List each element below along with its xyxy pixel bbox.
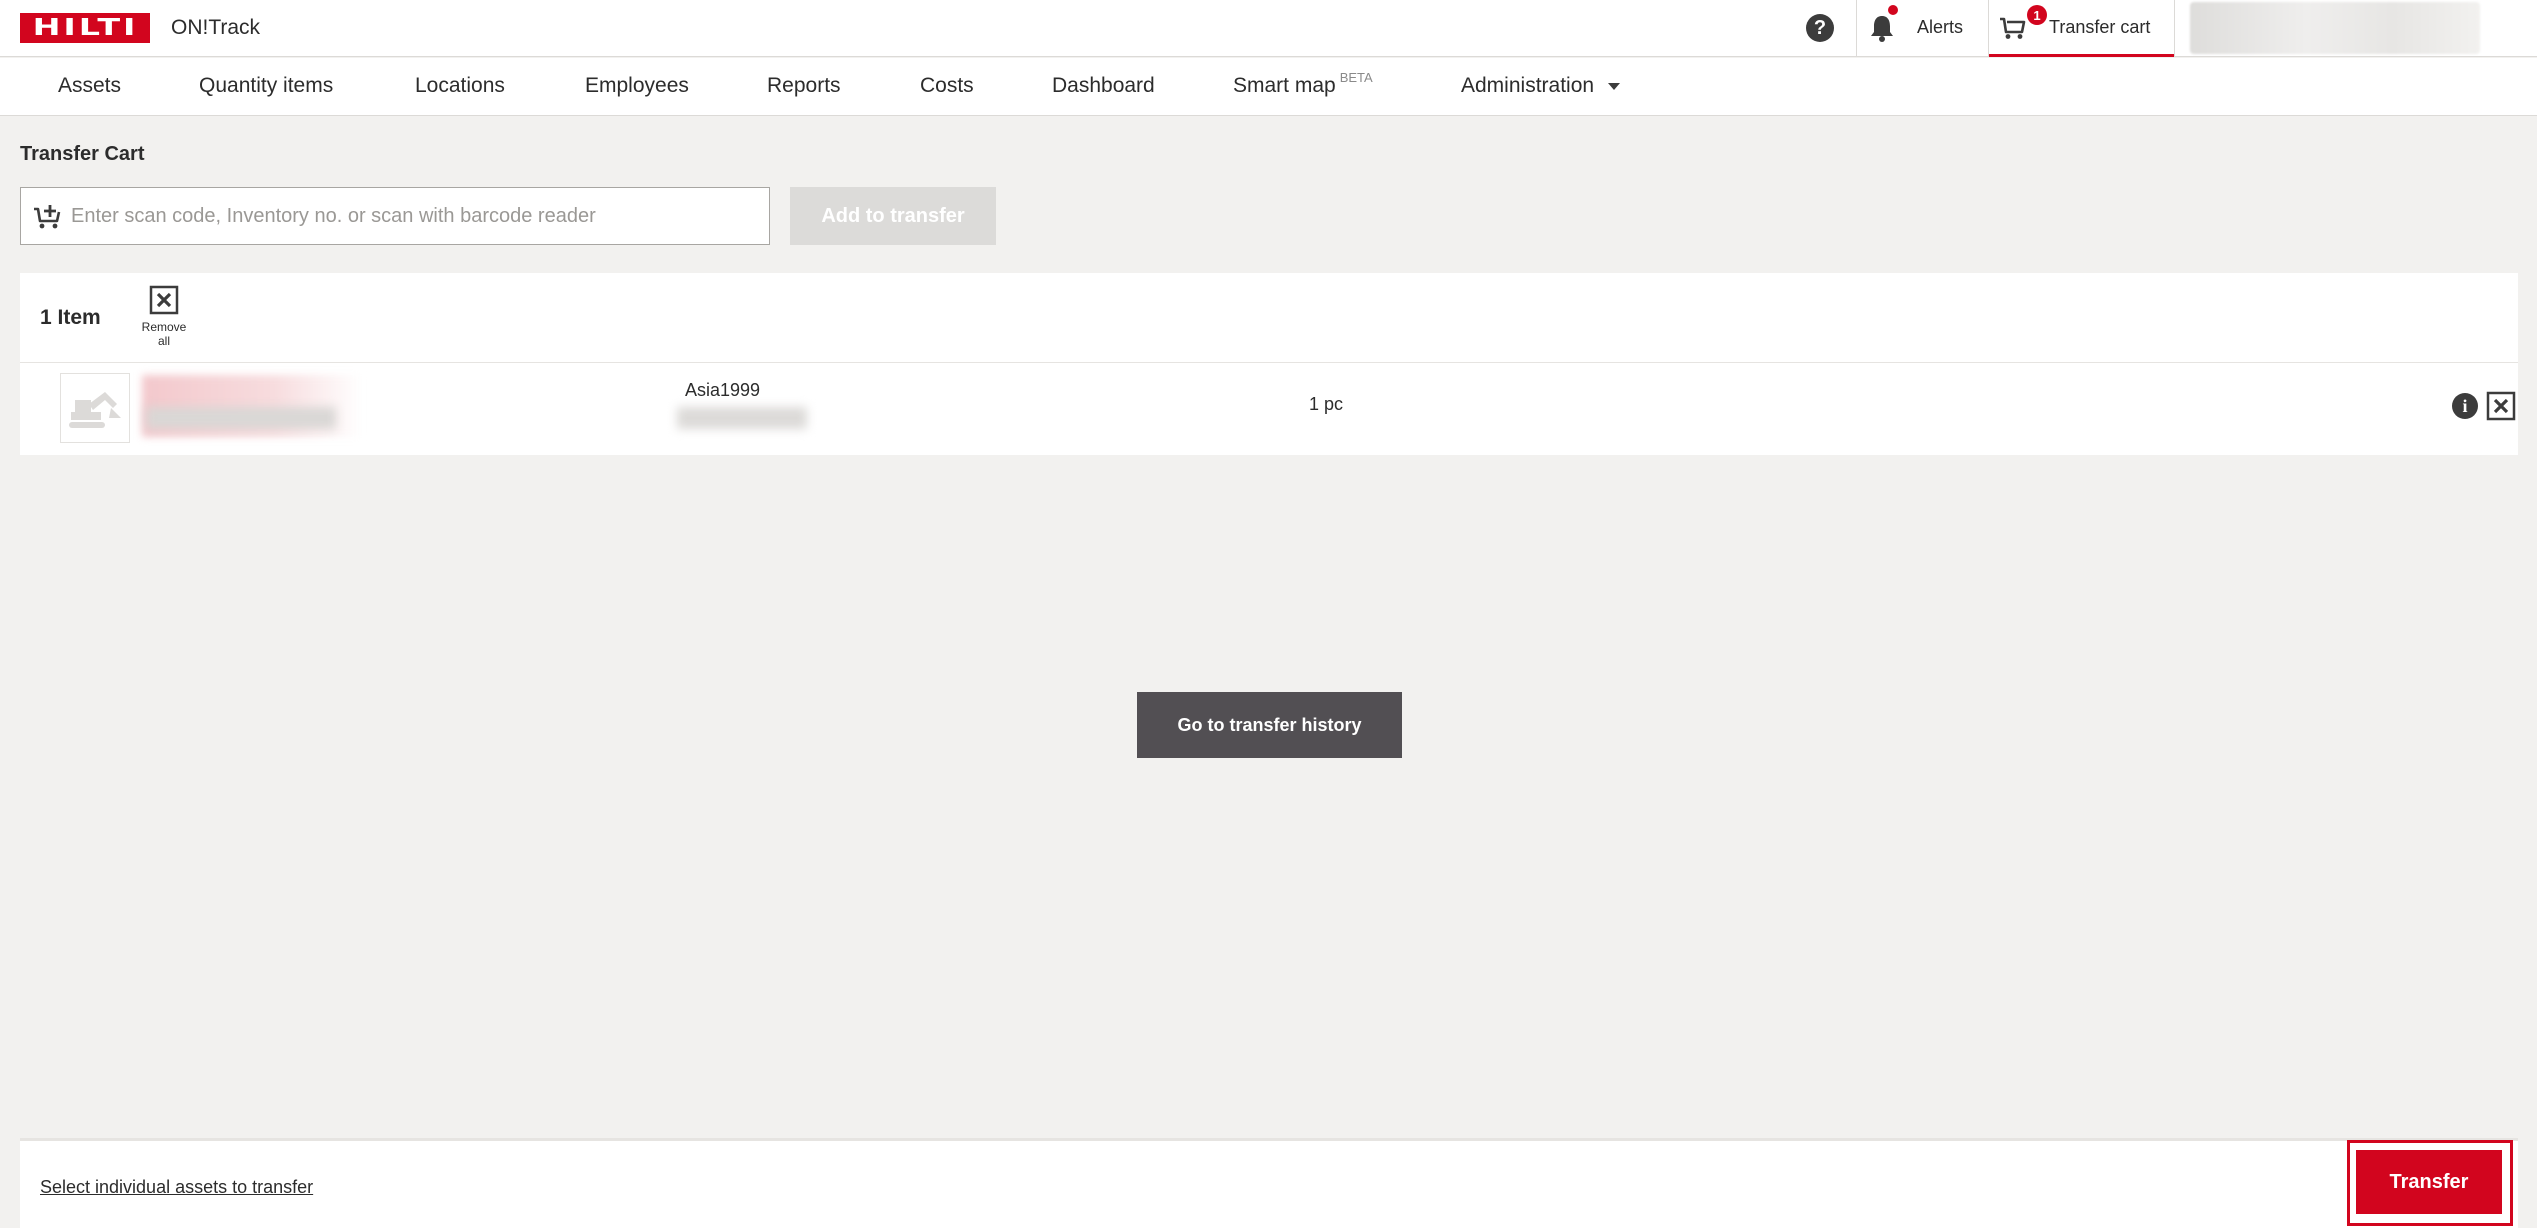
alert-indicator-dot <box>1888 5 1898 15</box>
top-header: HILTI ON!Track ? Alerts 1 Transfer cart <box>0 0 2537 57</box>
nav-dashboard[interactable]: Dashboard <box>1052 74 1155 98</box>
asset-description-redacted <box>146 407 336 429</box>
nav-quantity-items[interactable]: Quantity items <box>199 74 333 98</box>
hilti-logo[interactable]: HILTI <box>20 13 150 43</box>
asset-location-redacted <box>677 407 807 429</box>
header-divider <box>1856 0 1857 57</box>
bell-icon[interactable] <box>1869 13 1895 43</box>
item-count: 1 Item <box>40 306 101 329</box>
scan-input-container <box>20 187 770 245</box>
asset-code: Asia1999 <box>685 380 761 400</box>
info-icon[interactable]: i <box>2452 393 2478 419</box>
excavator-icon <box>69 392 121 428</box>
help-icon[interactable]: ? <box>1806 14 1834 42</box>
nav-smart-map-label: Smart map <box>1233 74 1336 97</box>
cart-icon <box>2000 17 2026 39</box>
header-divider <box>2174 0 2175 57</box>
nav-administration-label: Administration <box>1461 74 1595 97</box>
nav-locations[interactable]: Locations <box>415 74 505 98</box>
close-box-icon <box>149 285 179 315</box>
asset-quantity: 1 pc <box>1309 394 1344 414</box>
transfer-button[interactable]: Transfer <box>2356 1150 2502 1214</box>
cart-add-icon <box>34 205 61 229</box>
remove-all-label-line1: Remove <box>141 320 187 334</box>
transfer-cart-label: Transfer cart <box>2049 17 2151 37</box>
alerts-label[interactable]: Alerts <box>1917 17 1963 38</box>
asset-thumbnail <box>60 373 130 443</box>
page-title: Transfer Cart <box>20 143 145 165</box>
close-box-icon[interactable] <box>2486 391 2516 421</box>
add-to-transfer-button[interactable]: Add to transfer <box>790 187 996 245</box>
cart-item-row[interactable]: Asia1999 1 pc i <box>20 363 2518 455</box>
app-name: ON!Track <box>171 16 261 39</box>
transfer-cart-tab[interactable]: 1 Transfer cart <box>1989 0 2174 57</box>
cart-list-header: 1 Item Remove all <box>20 273 2518 363</box>
nav-reports[interactable]: Reports <box>767 74 841 98</box>
cart-count-badge: 1 <box>2027 5 2047 25</box>
go-to-transfer-history-button[interactable]: Go to transfer history <box>1137 692 1402 758</box>
remove-all-label-line2: all <box>157 334 170 348</box>
user-account-menu[interactable] <box>2190 2 2480 54</box>
select-individual-assets-link[interactable]: Select individual assets to transfer <box>40 1177 313 1198</box>
nav-costs[interactable]: Costs <box>920 74 974 98</box>
remove-all-button[interactable]: Remove all <box>134 285 194 348</box>
transfer-footer: Select individual assets to transfer Tra… <box>20 1138 2518 1228</box>
logo-text: HILTI <box>32 15 138 41</box>
main-navigation: Assets Quantity items Locations Employee… <box>0 58 2537 116</box>
beta-badge: BETA <box>1339 70 1373 85</box>
nav-smart-map[interactable]: Smart map BETA <box>1233 70 1373 98</box>
chevron-down-icon <box>1608 82 1621 90</box>
nav-administration[interactable]: Administration <box>1461 74 1621 98</box>
nav-assets[interactable]: Assets <box>58 74 121 98</box>
nav-employees[interactable]: Employees <box>585 74 689 98</box>
scan-code-input[interactable] <box>71 188 761 244</box>
